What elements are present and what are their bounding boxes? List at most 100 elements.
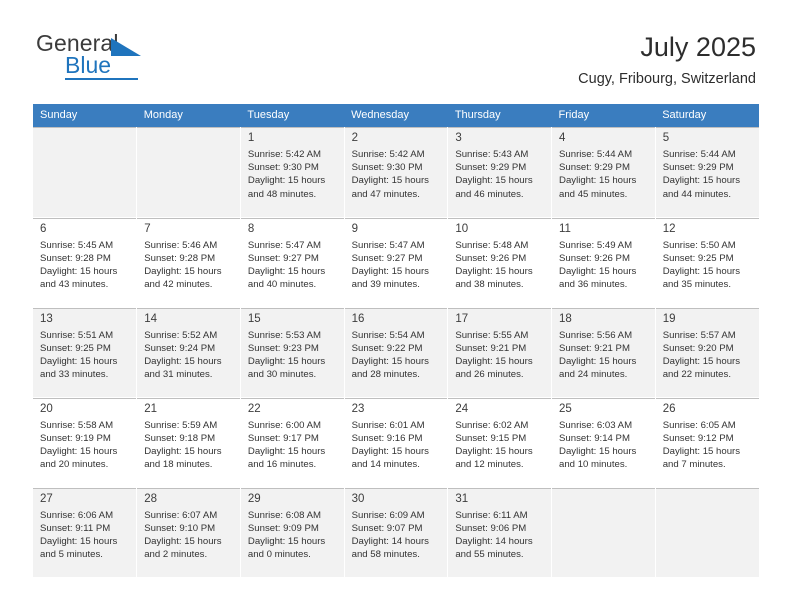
calendar-day-cell[interactable]: 9 Sunrise: 5:47 AM Sunset: 9:27 PM Daylight…: [344, 217, 449, 308]
calendar-day-cell[interactable]: 5 Sunrise: 5:44 AM Sunset: 9:29 PM Daylight…: [655, 127, 759, 218]
day-cell-content: 4 Sunrise: 5:44 AM Sunset: 9:29 PM Daylight…: [552, 127, 655, 217]
day-sun-info: Sunrise: 5:45 AM Sunset: 9:28 PM Daylight:…: [40, 239, 130, 292]
daylight-text-line1: Daylight: 15 hours: [40, 445, 118, 457]
daylight-text-line1: Daylight: 15 hours: [351, 265, 429, 277]
calendar-day-cell[interactable]: 11 Sunrise: 5:49 AM Sunset: 9:26 PM Dayligh…: [551, 217, 656, 308]
day-sun-info: Sunrise: 5:56 AM Sunset: 9:21 PM Daylight:…: [559, 329, 649, 382]
calendar-week-row: 27 Sunrise: 6:06 AM Sunset: 9:11 PM Dayligh…: [33, 487, 759, 578]
calendar-day-cell[interactable]: 2 Sunrise: 5:42 AM Sunset: 9:30 PM Daylight…: [344, 127, 449, 218]
day-number: 29: [247, 492, 261, 505]
day-sun-info: Sunrise: 6:08 AM Sunset: 9:09 PM Daylight:…: [248, 509, 338, 562]
day-cell-content: [655, 487, 759, 577]
day-cell-content: 11 Sunrise: 5:49 AM Sunset: 9:26 PM Dayligh…: [552, 217, 655, 307]
calendar-cell-empty: [136, 127, 241, 218]
daylight-text-line2: and 12 minutes.: [455, 459, 524, 471]
sunrise-text: Sunrise: 5:47 AM: [247, 239, 321, 251]
calendar-day-cell[interactable]: 12 Sunrise: 5:50 AM Sunset: 9:25 PM Dayligh…: [655, 217, 759, 308]
day-cell-content: 8 Sunrise: 5:47 AM Sunset: 9:27 PM Daylight…: [240, 217, 344, 307]
brand-logo[interactable]: General Blue: [36, 30, 206, 86]
calendar-day-cell[interactable]: 15 Sunrise: 5:53 AM Sunset: 9:23 PM Dayligh…: [240, 307, 345, 398]
calendar-day-cell[interactable]: 17 Sunrise: 5:55 AM Sunset: 9:21 PM Dayligh…: [447, 307, 553, 398]
daylight-text-line1: Daylight: 15 hours: [662, 265, 741, 277]
day-sun-info: Sunrise: 5:44 AM Sunset: 9:29 PM Daylight:…: [559, 148, 649, 201]
calendar-day-cell[interactable]: 8 Sunrise: 5:47 AM Sunset: 9:27 PM Daylight…: [240, 217, 345, 308]
day-number: 20: [40, 402, 53, 415]
calendar-day-cell[interactable]: 29 Sunrise: 6:08 AM Sunset: 9:09 PM Dayligh…: [240, 487, 345, 578]
day-number: 1: [247, 132, 255, 144]
sunset-text: Sunset: 9:22 PM: [351, 342, 423, 354]
day-number: 7: [144, 222, 151, 235]
day-number: 4: [559, 132, 566, 144]
day-cell-content: 31 Sunrise: 6:11 AM Sunset: 9:06 PM Dayligh…: [448, 487, 552, 577]
calendar-day-cell[interactable]: 18 Sunrise: 5:56 AM Sunset: 9:21 PM Dayligh…: [551, 307, 656, 398]
calendar-day-cell[interactable]: 14 Sunrise: 5:52 AM Sunset: 9:24 PM Dayligh…: [136, 307, 241, 398]
daylight-text-line1: Daylight: 15 hours: [455, 445, 533, 457]
day-cell-content: [33, 127, 137, 217]
day-number: 8: [247, 222, 255, 235]
day-cell-content: 21 Sunrise: 5:59 AM Sunset: 9:18 PM Dayligh…: [137, 397, 240, 487]
calendar-day-cell[interactable]: 24 Sunrise: 6:02 AM Sunset: 9:15 PM Dayligh…: [447, 397, 553, 488]
daylight-text-line2: and 18 minutes.: [144, 459, 213, 471]
sunset-text: Sunset: 9:21 PM: [559, 342, 630, 354]
sunrise-text: Sunrise: 6:01 AM: [351, 419, 425, 431]
day-sun-info: Sunrise: 6:01 AM Sunset: 9:16 PM Daylight:…: [352, 419, 442, 472]
weekday-header-friday: Friday: [551, 104, 656, 127]
page-title: July 2025: [640, 32, 756, 62]
daylight-text-line2: and 28 minutes.: [351, 369, 420, 381]
daylight-text-line1: Daylight: 15 hours: [40, 355, 118, 367]
calendar-day-cell[interactable]: 23 Sunrise: 6:01 AM Sunset: 9:16 PM Dayligh…: [344, 397, 449, 488]
day-cell-content: 6 Sunrise: 5:45 AM Sunset: 9:28 PM Daylight…: [33, 217, 137, 307]
calendar-day-cell[interactable]: 27 Sunrise: 6:06 AM Sunset: 9:11 PM Dayligh…: [33, 487, 138, 578]
daylight-text-line2: and 16 minutes.: [247, 459, 317, 471]
calendar-day-cell[interactable]: 1 Sunrise: 5:42 AM Sunset: 9:30 PM Daylight…: [240, 127, 345, 218]
calendar-day-cell[interactable]: 22 Sunrise: 6:00 AM Sunset: 9:17 PM Dayligh…: [240, 397, 345, 488]
day-cell-content: 24 Sunrise: 6:02 AM Sunset: 9:15 PM Dayligh…: [448, 397, 552, 487]
day-number: 26: [662, 402, 676, 415]
weekday-header-thursday: Thursday: [447, 104, 552, 127]
daylight-text-line2: and 55 minutes.: [455, 549, 524, 561]
calendar-day-cell[interactable]: 25 Sunrise: 6:03 AM Sunset: 9:14 PM Dayligh…: [551, 397, 656, 488]
calendar-day-cell[interactable]: 7 Sunrise: 5:46 AM Sunset: 9:28 PM Daylight…: [136, 217, 241, 308]
day-sun-info: Sunrise: 6:00 AM Sunset: 9:17 PM Daylight:…: [248, 419, 338, 472]
calendar-day-cell[interactable]: 31 Sunrise: 6:11 AM Sunset: 9:06 PM Dayligh…: [447, 487, 553, 578]
daylight-text-line1: Daylight: 14 hours: [351, 535, 429, 547]
weekday-header-tuesday: Tuesday: [240, 104, 345, 127]
daylight-text-line1: Daylight: 15 hours: [351, 355, 429, 367]
day-number: 16: [351, 312, 365, 325]
day-cell-content: 7 Sunrise: 5:46 AM Sunset: 9:28 PM Daylight…: [137, 217, 240, 307]
calendar-day-cell[interactable]: 16 Sunrise: 5:54 AM Sunset: 9:22 PM Dayligh…: [344, 307, 449, 398]
day-sun-info: Sunrise: 5:50 AM Sunset: 9:25 PM Daylight:…: [663, 239, 753, 292]
day-number: 18: [559, 312, 572, 325]
calendar-day-cell[interactable]: 21 Sunrise: 5:59 AM Sunset: 9:18 PM Dayligh…: [136, 397, 241, 488]
calendar-cell-empty: [655, 487, 759, 578]
day-sun-info: Sunrise: 6:03 AM Sunset: 9:14 PM Daylight:…: [559, 419, 649, 472]
calendar-day-cell[interactable]: 26 Sunrise: 6:05 AM Sunset: 9:12 PM Dayligh…: [655, 397, 759, 488]
daylight-text-line1: Daylight: 15 hours: [351, 175, 429, 187]
daylight-text-line2: and 46 minutes.: [455, 188, 524, 200]
daylight-text-line2: and 43 minutes.: [40, 279, 109, 291]
calendar-day-cell[interactable]: 13 Sunrise: 5:51 AM Sunset: 9:25 PM Dayligh…: [33, 307, 138, 398]
day-cell-content: 16 Sunrise: 5:54 AM Sunset: 9:22 PM Dayligh…: [344, 307, 448, 397]
day-sun-info: Sunrise: 5:51 AM Sunset: 9:25 PM Daylight:…: [40, 329, 130, 382]
sunrise-text: Sunrise: 6:09 AM: [351, 509, 425, 521]
day-cell-content: 25 Sunrise: 6:03 AM Sunset: 9:14 PM Dayligh…: [552, 397, 655, 487]
calendar-day-cell[interactable]: 19 Sunrise: 5:57 AM Sunset: 9:20 PM Dayligh…: [655, 307, 759, 398]
sunset-text: Sunset: 9:26 PM: [559, 252, 630, 264]
calendar-day-cell[interactable]: 30 Sunrise: 6:09 AM Sunset: 9:07 PM Dayligh…: [344, 487, 449, 578]
sunset-text: Sunset: 9:29 PM: [662, 162, 734, 174]
daylight-text-line1: Daylight: 15 hours: [247, 355, 326, 367]
calendar-day-cell[interactable]: 3 Sunrise: 5:43 AM Sunset: 9:29 PM Daylight…: [447, 127, 553, 218]
calendar-day-cell[interactable]: 20 Sunrise: 5:58 AM Sunset: 9:19 PM Dayligh…: [33, 397, 138, 488]
calendar-day-cell[interactable]: 4 Sunrise: 5:44 AM Sunset: 9:29 PM Daylight…: [551, 127, 656, 218]
sunrise-text: Sunrise: 5:49 AM: [559, 239, 633, 251]
daylight-text-line1: Daylight: 15 hours: [662, 175, 741, 187]
sunrise-text: Sunrise: 5:48 AM: [455, 239, 529, 251]
sunset-text: Sunset: 9:28 PM: [144, 252, 216, 264]
calendar-day-cell[interactable]: 28 Sunrise: 6:07 AM Sunset: 9:10 PM Dayligh…: [136, 487, 241, 578]
day-sun-info: Sunrise: 6:07 AM Sunset: 9:10 PM Daylight:…: [144, 509, 234, 562]
sunrise-text: Sunrise: 5:44 AM: [662, 149, 736, 160]
calendar-day-cell[interactable]: 6 Sunrise: 5:45 AM Sunset: 9:28 PM Daylight…: [33, 217, 138, 308]
daylight-text-line1: Daylight: 15 hours: [662, 445, 741, 457]
day-cell-content: 2 Sunrise: 5:42 AM Sunset: 9:30 PM Daylight…: [344, 127, 448, 217]
calendar-day-cell[interactable]: 10 Sunrise: 5:48 AM Sunset: 9:26 PM Dayligh…: [447, 217, 553, 308]
